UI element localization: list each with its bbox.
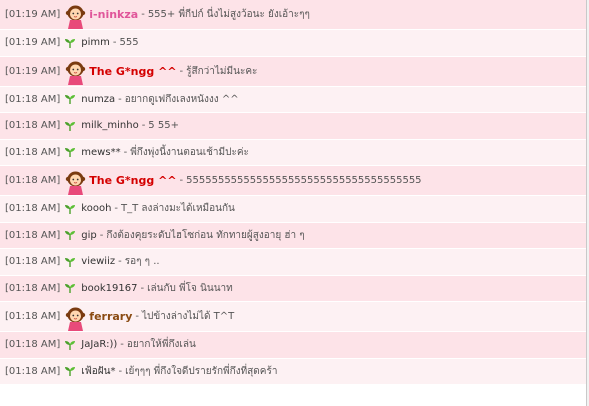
chat-log: [01:19 AM] i-ninkza -555+ พี่กีปก์ นี่งไม่… bbox=[0, 0, 587, 406]
username[interactable]: pimm bbox=[81, 37, 110, 48]
message-text: 555 bbox=[119, 37, 139, 49]
message-text: อยากดูเฟกึงเลงหนังงง ^^ bbox=[124, 93, 239, 105]
message-timestamp: [01:18 AM] bbox=[5, 175, 61, 186]
sprout-icon bbox=[64, 283, 76, 294]
username[interactable]: เฟ้อฝัน* bbox=[81, 364, 115, 379]
sprout-icon bbox=[64, 94, 76, 105]
message-timestamp: [01:18 AM] bbox=[5, 120, 61, 132]
username[interactable]: The G*ngg ^^ bbox=[89, 65, 176, 78]
user-avatar-icon bbox=[65, 4, 86, 30]
message-separator: - bbox=[120, 339, 124, 351]
message-timestamp: [01:18 AM] bbox=[5, 229, 61, 241]
message-text: ไปข้างล่างไม่ได้ T^T bbox=[142, 311, 235, 322]
chat-message-row: [01:19 AM] pimm -555 bbox=[0, 30, 586, 57]
message-timestamp: [01:18 AM] bbox=[5, 282, 61, 294]
message-text: รู้สึกว่าไม่มีนะคะ bbox=[186, 65, 258, 77]
chat-message-row: [01:18 AM] JaJaR:)) - อยากให้พี่กึงเล่น bbox=[0, 332, 586, 359]
user-avatar-icon bbox=[65, 306, 86, 332]
username[interactable]: milk_minho bbox=[81, 120, 138, 131]
message-text: กึงต้องคุยระดับไฮโซก่อน ทักทายผู้สูงอายุ… bbox=[106, 229, 305, 241]
username[interactable]: koooh bbox=[81, 203, 111, 214]
message-separator: - bbox=[140, 282, 145, 294]
username[interactable]: viewiiz bbox=[81, 256, 115, 267]
chat-message-row: [01:18 AM] เฟ้อฝัน* - เย้ๆๆๆ พี่กึงใจดีปราย… bbox=[0, 358, 586, 385]
message-timestamp: [01:18 AM] bbox=[5, 339, 61, 351]
user-avatar-icon bbox=[65, 60, 86, 86]
chat-message-row: [01:18 AM] koooh - T_T ลงล่างมะได้เหมือนกัน bbox=[0, 196, 586, 223]
username[interactable]: ferrary bbox=[89, 310, 132, 323]
username[interactable]: book19167 bbox=[81, 283, 137, 294]
chat-message-row: [01:18 AM] ferrary - ไปข้างล่างไม่ได้ T^T bbox=[0, 302, 586, 332]
sprout-icon bbox=[64, 38, 76, 48]
message-timestamp: [01:18 AM] bbox=[5, 93, 61, 105]
message-text: 555+ พี่กีปก์ นี่งไม่สูงว้อนะ ยังเอ้าะๆๆ bbox=[147, 9, 310, 20]
message-separator: - bbox=[179, 65, 184, 77]
sprout-icon bbox=[64, 147, 76, 158]
sprout-icon bbox=[64, 366, 76, 377]
message-separator: - bbox=[118, 93, 122, 105]
username[interactable]: The G*ngg ^^ bbox=[89, 174, 176, 187]
message-separator: - bbox=[114, 203, 119, 215]
chat-message-row: [01:18 AM] numza - อยากดูเฟกึงเลงหนังงง ^^ bbox=[0, 86, 586, 113]
sprout-icon bbox=[64, 121, 76, 131]
message-text: T_T ลงล่างมะได้เหมือนกัน bbox=[121, 203, 235, 215]
message-text: 5555555555555555555555555555555555555 bbox=[186, 175, 422, 186]
message-timestamp: [01:19 AM] bbox=[5, 65, 61, 77]
chat-message-row: [01:18 AM] milk_minho -5 55+ bbox=[0, 113, 586, 140]
chat-message-row: [01:18 AM] viewiiz - รอๆ ๆ .. bbox=[0, 249, 586, 276]
message-separator: - bbox=[118, 365, 123, 377]
message-timestamp: [01:18 AM] bbox=[5, 203, 61, 215]
sprout-icon bbox=[64, 340, 76, 350]
message-timestamp: [01:18 AM] bbox=[5, 146, 61, 158]
sprout-icon bbox=[64, 257, 76, 267]
message-timestamp: [01:18 AM] bbox=[5, 311, 61, 322]
message-separator: - bbox=[141, 120, 146, 132]
message-separator: - bbox=[99, 229, 104, 241]
message-text: พี่กึงพุ่งนี้งานตอนเช้ามีปะค่ะ bbox=[130, 146, 249, 158]
message-separator: - bbox=[179, 175, 184, 186]
chat-message-row: [01:18 AM] The G*ngg ^^ -55555555555555555… bbox=[0, 166, 586, 196]
message-separator: - bbox=[118, 256, 122, 268]
chat-message-row: [01:18 AM] gip - กึงต้องคุยระดับไฮโซก่อน ทั… bbox=[0, 222, 586, 249]
message-timestamp: [01:18 AM] bbox=[5, 256, 61, 268]
message-timestamp: [01:18 AM] bbox=[5, 365, 61, 377]
message-timestamp: [01:19 AM] bbox=[5, 37, 61, 49]
message-separator: - bbox=[123, 146, 128, 158]
message-text: อยากให้พี่กึงเล่น bbox=[126, 339, 196, 351]
username[interactable]: i-ninkza bbox=[89, 8, 138, 21]
username[interactable]: JaJaR:)) bbox=[81, 339, 117, 350]
chat-message-row: [01:18 AM] mews** - พี่กึงพุ่งนี้งานตอนเช้า… bbox=[0, 139, 586, 166]
user-avatar-icon bbox=[65, 170, 86, 196]
username[interactable]: gip bbox=[81, 230, 96, 241]
sprout-icon bbox=[64, 230, 76, 241]
chat-message-row: [01:19 AM] i-ninkza -555+ พี่กีปก์ นี่งไม่… bbox=[0, 0, 586, 30]
chat-message-row: [01:19 AM] The G*ngg ^^ - รู้สึกว่าไม่มีนะค… bbox=[0, 56, 586, 87]
username[interactable]: numza bbox=[81, 94, 115, 105]
message-text: รอๆ ๆ .. bbox=[124, 256, 160, 268]
message-separator: - bbox=[141, 9, 145, 20]
chat-message-row: [01:18 AM] book19167- เล่นกับ พี่โจ นินนาท bbox=[0, 275, 586, 302]
message-text: 5 55+ bbox=[148, 120, 179, 132]
message-timestamp: [01:19 AM] bbox=[5, 9, 61, 20]
message-text: เย้ๆๆๆ พี่กึงใจดีปรายรักพี่กึงที่สุดคร้า bbox=[125, 365, 278, 377]
message-text: เล่นกับ พี่โจ นินนาท bbox=[147, 282, 233, 294]
username[interactable]: mews** bbox=[81, 147, 120, 158]
message-separator: - bbox=[135, 311, 140, 322]
sprout-icon bbox=[64, 204, 76, 214]
message-separator: - bbox=[112, 37, 117, 49]
